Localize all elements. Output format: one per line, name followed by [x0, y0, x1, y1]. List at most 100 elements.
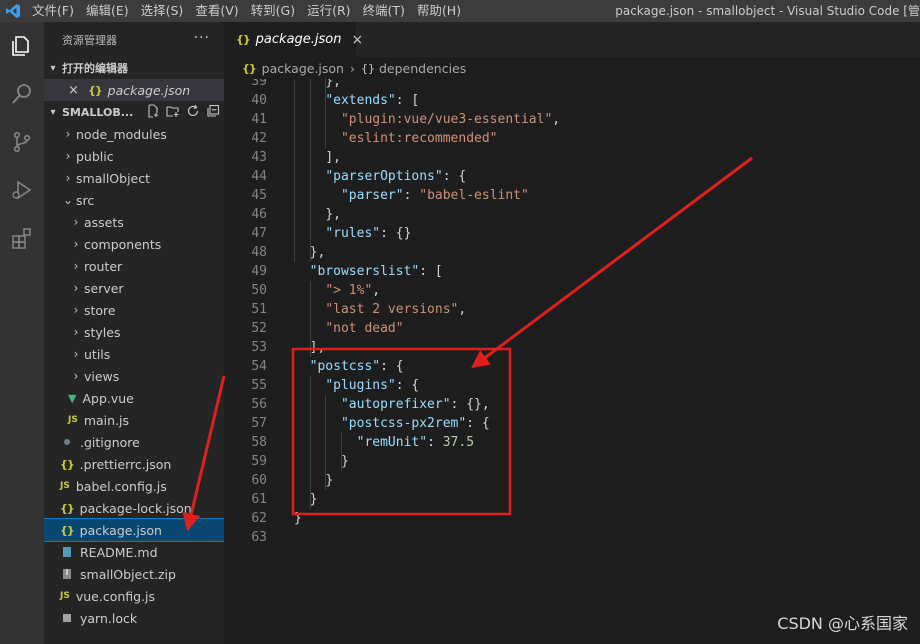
chevron-right-icon: › — [73, 369, 79, 383]
menu-item[interactable]: 转到(G) — [245, 0, 301, 22]
file-item[interactable]: {} package-lock.json — [44, 497, 224, 519]
close-icon[interactable]: × — [68, 83, 88, 98]
code-token: "autoprefixer" — [340, 397, 451, 412]
line-number: 41 — [251, 112, 267, 127]
folder-item[interactable]: › public — [44, 145, 224, 167]
code-text: "plugins": { — [325, 376, 419, 395]
code-token: : { — [442, 169, 467, 184]
new-folder-icon[interactable] — [166, 104, 180, 118]
folder-item[interactable]: › assets — [44, 211, 224, 233]
folder-item[interactable]: ⌄ src — [44, 189, 224, 211]
line-number: 57 — [251, 416, 267, 431]
tree-item-label: router — [84, 258, 123, 274]
code-line: 42 "eslint:recommended" — [224, 129, 920, 148]
tree-item-label: README.md — [80, 544, 158, 560]
project-section[interactable]: ▾ SMALLOB... — [44, 101, 224, 123]
json-file-icon: {} — [236, 33, 251, 46]
line-number: 52 — [251, 321, 267, 336]
code-line: 63 — [224, 528, 920, 547]
code-line: 43], — [224, 148, 920, 167]
code-editor[interactable]: 39}, 40 "extends": [41 "plugin:vue/vue3-ess… — [224, 79, 920, 644]
more-actions-icon[interactable]: ··· — [194, 30, 210, 46]
file-item[interactable]: ▼ App.vue — [44, 387, 224, 409]
js-file-icon: JS — [68, 415, 78, 425]
file-item[interactable]: JS main.js — [44, 409, 224, 431]
run-debug-icon[interactable] — [6, 174, 38, 206]
breadcrumb-symbol[interactable]: dependencies — [379, 61, 466, 76]
tab-package-json[interactable]: {} package.json × — [224, 22, 363, 57]
code-text: }, — [325, 79, 341, 91]
file-item[interactable]: README.md — [44, 541, 224, 563]
folder-item[interactable]: › store — [44, 299, 224, 321]
code-text: ], — [310, 338, 326, 357]
code-token: "remUnit" — [356, 435, 428, 450]
menu-item[interactable]: 帮助(H) — [411, 0, 467, 22]
source-control-icon[interactable] — [6, 126, 38, 158]
menu-item[interactable]: 运行(R) — [301, 0, 356, 22]
code-text: "postcss": { — [310, 357, 404, 376]
file-item[interactable]: {} .prettierrc.json — [44, 453, 224, 475]
breadcrumb: {} package.json › {} dependencies — [224, 57, 920, 79]
chevron-right-icon: › — [73, 347, 79, 361]
code-line: 59} — [224, 452, 920, 471]
search-icon[interactable] — [6, 78, 38, 110]
file-item[interactable]: smallObject.zip — [44, 563, 224, 585]
object-icon: {} — [360, 61, 375, 75]
line-number: 56 — [251, 397, 267, 412]
menu-item[interactable]: 终端(T) — [357, 0, 411, 22]
code-token: ], — [325, 150, 341, 165]
code-token: , — [372, 283, 381, 298]
close-tab-icon[interactable]: × — [352, 32, 364, 48]
line-number: 62 — [251, 511, 267, 526]
folder-item[interactable]: › node_modules — [44, 123, 224, 145]
extensions-icon[interactable] — [6, 222, 38, 254]
code-line: 44 "parserOptions": { — [224, 167, 920, 186]
tree-item-label: .gitignore — [80, 434, 140, 450]
menu-item[interactable]: 查看(V) — [189, 0, 244, 22]
code-text: "autoprefixer": {}, — [341, 395, 490, 414]
code-token: : [ — [395, 93, 420, 108]
collapse-all-icon[interactable] — [206, 104, 220, 118]
folder-item[interactable]: › styles — [44, 321, 224, 343]
tree-item-label: babel.config.js — [75, 478, 167, 494]
breadcrumb-file[interactable]: package.json — [262, 61, 344, 76]
folder-item[interactable]: › utils — [44, 343, 224, 365]
tree-item-label: main.js — [83, 412, 130, 428]
line-number: 49 — [251, 264, 267, 279]
code-token: "browserslist" — [309, 264, 420, 279]
code-text: "extends": [ — [325, 91, 419, 110]
menu-item[interactable]: 编辑(E) — [80, 0, 135, 22]
code-token: : {} — [380, 226, 412, 241]
code-token: }, — [325, 79, 341, 89]
open-editors-section[interactable]: ▾ 打开的编辑器 — [44, 57, 224, 79]
explorer-icon[interactable] — [6, 30, 38, 62]
folder-item[interactable]: › components — [44, 233, 224, 255]
json-file-icon: {} — [242, 61, 257, 75]
file-item[interactable]: {} package.json — [44, 518, 224, 542]
folder-item[interactable]: › server — [44, 277, 224, 299]
folder-item[interactable]: › views — [44, 365, 224, 387]
code-token: } — [294, 511, 302, 526]
code-token: "> 1%" — [325, 283, 373, 298]
code-text: } — [341, 452, 349, 471]
chevron-down-icon: ▾ — [50, 62, 56, 74]
new-file-icon[interactable] — [146, 104, 160, 118]
code-text: "rules": {} — [325, 224, 411, 243]
refresh-icon[interactable] — [186, 104, 200, 118]
code-line: 47 "rules": {} — [224, 224, 920, 243]
file-item[interactable]: JS babel.config.js — [44, 475, 224, 497]
open-editor-item[interactable]: × {} package.json — [44, 79, 224, 101]
code-token: : [ — [419, 264, 443, 279]
tree-item-label: smallObject — [76, 170, 151, 186]
menu-item[interactable]: 文件(F) — [26, 0, 80, 22]
code-text: }, — [325, 205, 341, 224]
menu-item[interactable]: 选择(S) — [135, 0, 190, 22]
tree-item-label: utils — [84, 346, 111, 362]
file-item[interactable]: yarn.lock — [44, 607, 224, 629]
vscode-logo-icon — [0, 0, 26, 22]
folder-item[interactable]: › smallObject — [44, 167, 224, 189]
folder-item[interactable]: › router — [44, 255, 224, 277]
file-item[interactable]: .gitignore — [44, 431, 224, 453]
tree-item-label: smallObject.zip — [80, 566, 176, 582]
file-item[interactable]: JS vue.config.js — [44, 585, 224, 607]
